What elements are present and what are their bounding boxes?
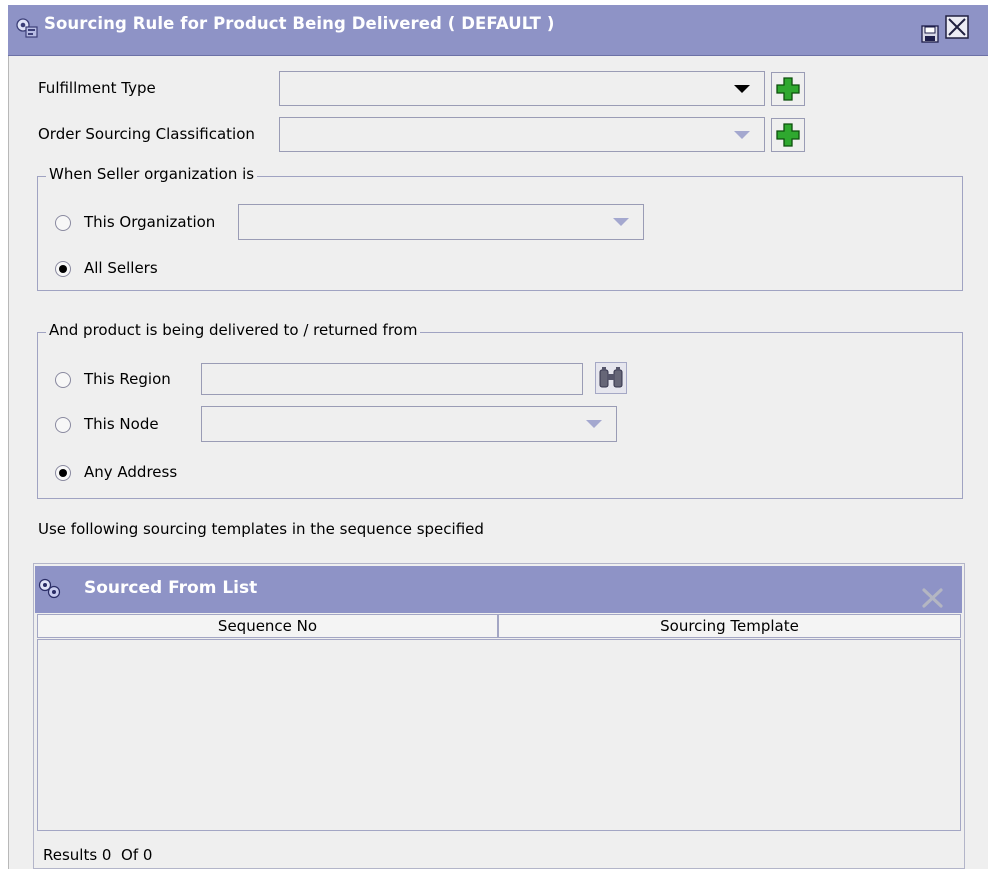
- order-sourcing-label: Order Sourcing Classification: [38, 125, 255, 143]
- chevron-down-icon: [613, 218, 629, 226]
- add-fulfillment-type-button[interactable]: [771, 72, 805, 106]
- column-header-sequence-no[interactable]: Sequence No: [37, 614, 498, 638]
- this-region-label: This Region: [84, 370, 171, 388]
- green-plus-icon: [776, 77, 800, 101]
- this-region-radio[interactable]: [55, 372, 71, 388]
- chevron-down-icon: [586, 420, 602, 428]
- delivery-group-legend: And product is being delivered to / retu…: [46, 321, 421, 339]
- this-organization-radio[interactable]: [55, 215, 71, 231]
- this-node-radio[interactable]: [55, 417, 71, 433]
- fulfillment-type-select[interactable]: [279, 71, 765, 106]
- sourced-list-grid[interactable]: [37, 639, 961, 831]
- fulfillment-type-label: Fulfillment Type: [38, 79, 156, 97]
- column-header-sourcing-template[interactable]: Sourcing Template: [498, 614, 961, 638]
- any-address-radio[interactable]: [55, 465, 71, 481]
- sourcing-rule-icon: [15, 17, 39, 39]
- sourced-list-icon: [38, 578, 62, 600]
- sourced-list-title: Sourced From List: [84, 578, 258, 598]
- binoculars-icon[interactable]: [595, 362, 627, 394]
- instructions-text: Use following sourcing templates in the …: [38, 520, 484, 538]
- results-count: Results 0 Of 0: [43, 846, 153, 864]
- green-plus-icon: [776, 123, 800, 147]
- this-node-label: This Node: [84, 415, 159, 433]
- this-organization-select[interactable]: [238, 204, 644, 240]
- save-disk-icon[interactable]: [921, 25, 939, 43]
- window-title: Sourcing Rule for Product Being Delivere…: [44, 14, 555, 33]
- seller-group-legend: When Seller organization is: [46, 165, 258, 183]
- close-x-icon[interactable]: [945, 15, 969, 39]
- all-sellers-label: All Sellers: [84, 259, 158, 277]
- order-sourcing-select[interactable]: [279, 117, 765, 152]
- delete-x-icon[interactable]: [920, 586, 946, 610]
- add-order-sourcing-button[interactable]: [771, 118, 805, 152]
- this-region-input[interactable]: [201, 363, 583, 395]
- this-organization-label: This Organization: [84, 213, 216, 231]
- chevron-down-icon: [734, 130, 750, 139]
- chevron-down-icon: [734, 84, 750, 93]
- any-address-label: Any Address: [84, 463, 178, 481]
- this-node-select[interactable]: [201, 406, 617, 442]
- all-sellers-radio[interactable]: [55, 261, 71, 277]
